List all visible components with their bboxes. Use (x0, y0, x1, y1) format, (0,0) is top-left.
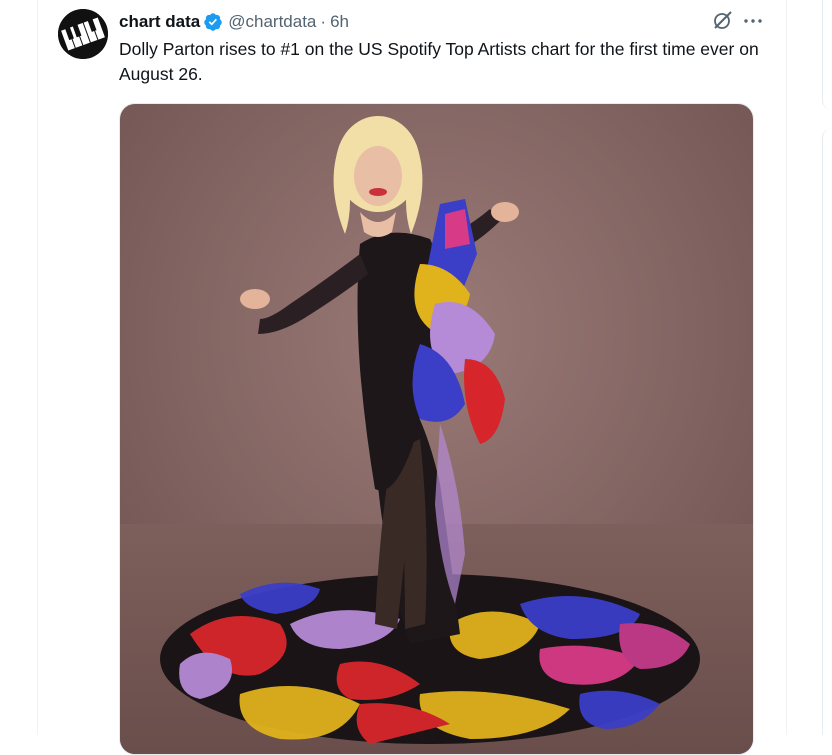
sidebar-card-edge (822, 128, 832, 735)
tweet-text: Dolly Parton rises to #1 on the US Spoti… (119, 39, 759, 84)
photo-image (120, 104, 753, 754)
piano-keys-avatar-icon (58, 9, 108, 59)
grok-icon[interactable] (710, 9, 734, 33)
tweet-header: chart data @chartdata · 6h (119, 11, 349, 33)
timestamp[interactable]: 6h (330, 12, 349, 32)
tweet[interactable]: chart data @chartdata · 6h Dolly Parton … (38, 0, 786, 755)
verified-badge-icon (203, 12, 223, 32)
avatar[interactable] (58, 9, 108, 59)
more-options-icon[interactable] (741, 9, 765, 33)
display-name[interactable]: chart data (119, 12, 200, 32)
separator-dot: · (320, 12, 327, 31)
sidebar-card-edge (822, 0, 832, 110)
handle[interactable]: @chartdata (228, 12, 316, 32)
timeline-border-right (786, 0, 787, 735)
tweet-photo[interactable] (119, 103, 754, 755)
